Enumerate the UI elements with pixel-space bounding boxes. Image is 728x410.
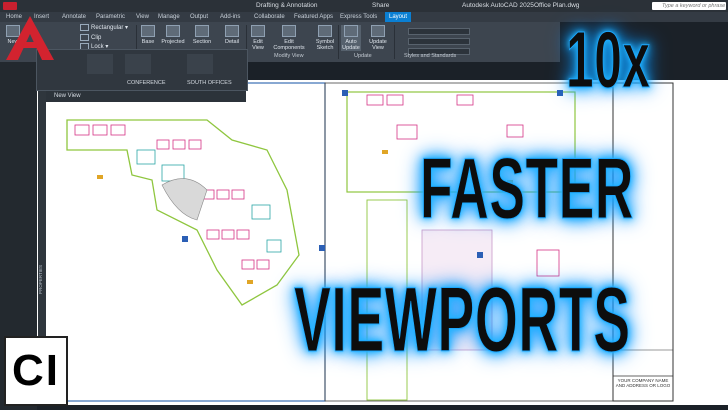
headline-line-3: VIEWPORTS bbox=[294, 269, 631, 371]
view-thumb-south-offices[interactable] bbox=[187, 54, 213, 74]
rectangular-label: Rectangular bbox=[91, 25, 124, 32]
edit-view-button[interactable]: Edit View bbox=[250, 25, 266, 51]
projected-view-icon bbox=[166, 25, 180, 37]
view-thumb-conference[interactable] bbox=[87, 54, 113, 74]
tab-output[interactable]: Output bbox=[190, 12, 208, 22]
projected-label: Projected bbox=[161, 39, 185, 45]
update-view-icon bbox=[371, 25, 385, 37]
projected-button[interactable]: Projected bbox=[160, 25, 186, 51]
workspace-switcher[interactable]: Drafting & Annotation bbox=[256, 0, 317, 12]
title-bar: Drafting & Annotation Share Autodesk Aut… bbox=[0, 0, 728, 12]
auto-update-label: Auto Update bbox=[342, 39, 360, 51]
panel-label-modify-view: Modify View bbox=[274, 53, 304, 59]
edit-view-icon bbox=[251, 25, 265, 37]
tab-parametric[interactable]: Parametric bbox=[96, 12, 125, 22]
style-dropdown-1[interactable] bbox=[408, 28, 470, 35]
section-button[interactable]: Section bbox=[190, 25, 214, 51]
clip-button[interactable]: Clip bbox=[80, 34, 101, 41]
view-label-south-offices: SOUTH OFFICES bbox=[187, 80, 232, 86]
headline-line-1: 10x bbox=[566, 15, 651, 104]
base-view-icon bbox=[141, 25, 155, 37]
symbol-sketch-icon bbox=[318, 25, 332, 37]
floor-plan-left bbox=[66, 119, 325, 306]
app-title: Autodesk AutoCAD 2025 bbox=[462, 2, 534, 9]
separator bbox=[338, 25, 339, 59]
section-view-icon bbox=[195, 25, 209, 37]
tab-addins[interactable]: Add-ins bbox=[220, 12, 240, 22]
channel-logo-text: CI bbox=[12, 346, 60, 395]
rectangular-button[interactable]: Rectangular ▾ bbox=[80, 24, 128, 31]
panel-label-styles: Styles and Standards bbox=[404, 53, 457, 59]
search-input[interactable]: Type a keyword or phrase bbox=[652, 2, 726, 10]
symbol-sketch-label: Symbol Sketch bbox=[315, 39, 335, 51]
new-view-button[interactable]: New View bbox=[46, 91, 246, 102]
share-button[interactable]: Share bbox=[372, 0, 389, 12]
tab-express-tools[interactable]: Express Tools bbox=[340, 12, 377, 22]
named-views-gallery[interactable]: CONFERENCE SOUTH OFFICES bbox=[36, 49, 248, 91]
tab-featured-apps[interactable]: Featured Apps bbox=[294, 12, 333, 22]
tab-annotate[interactable]: Annotate bbox=[62, 12, 86, 22]
tab-view[interactable]: View bbox=[136, 12, 149, 22]
file-name: Office Plan.dwg bbox=[534, 2, 580, 9]
search-placeholder: Type a keyword or phrase bbox=[662, 3, 726, 9]
detail-button[interactable]: Detail bbox=[222, 25, 242, 51]
tab-layout[interactable]: Layout bbox=[385, 12, 412, 22]
detail-label: Detail bbox=[224, 39, 240, 45]
title-block-company: YOUR COMPANY NAME AND ADDRESS OR LOGO bbox=[615, 378, 671, 388]
update-view-label: Update View bbox=[369, 39, 387, 51]
tab-collaborate[interactable]: Collaborate bbox=[254, 12, 285, 22]
clip-label: Clip bbox=[91, 35, 102, 42]
auto-update-button[interactable]: Auto Update bbox=[341, 25, 361, 51]
section-label: Section bbox=[192, 39, 212, 45]
autocad-logo bbox=[4, 14, 56, 62]
symbol-sketch-button[interactable]: Symbol Sketch bbox=[312, 25, 338, 51]
edit-components-button[interactable]: Edit Components bbox=[270, 25, 308, 51]
edit-components-icon bbox=[282, 25, 296, 37]
separator bbox=[394, 25, 395, 59]
edit-components-label: Edit Components bbox=[273, 39, 305, 51]
rectangular-icon bbox=[80, 24, 89, 31]
detail-view-icon bbox=[225, 25, 239, 37]
channel-logo: CI bbox=[4, 336, 68, 406]
update-view-button[interactable]: Update View bbox=[366, 25, 390, 51]
style-dropdown-2[interactable] bbox=[408, 38, 470, 45]
app-menu-button[interactable] bbox=[3, 2, 17, 10]
view-thumb-conference-2[interactable] bbox=[125, 54, 151, 74]
headline-line-2: FASTER bbox=[420, 141, 635, 237]
edit-view-label: Edit View bbox=[252, 39, 264, 51]
panel-label-update: Update bbox=[354, 53, 372, 59]
new-view-label: New View bbox=[54, 93, 81, 99]
clip-icon bbox=[80, 34, 89, 41]
tab-manage[interactable]: Manage bbox=[158, 12, 180, 22]
view-label-conference: CONFERENCE bbox=[127, 80, 166, 86]
base-button[interactable]: Base bbox=[140, 25, 156, 51]
base-label: Base bbox=[141, 39, 155, 45]
properties-label: PROPERTIES bbox=[38, 265, 43, 294]
auto-update-icon bbox=[344, 25, 358, 37]
